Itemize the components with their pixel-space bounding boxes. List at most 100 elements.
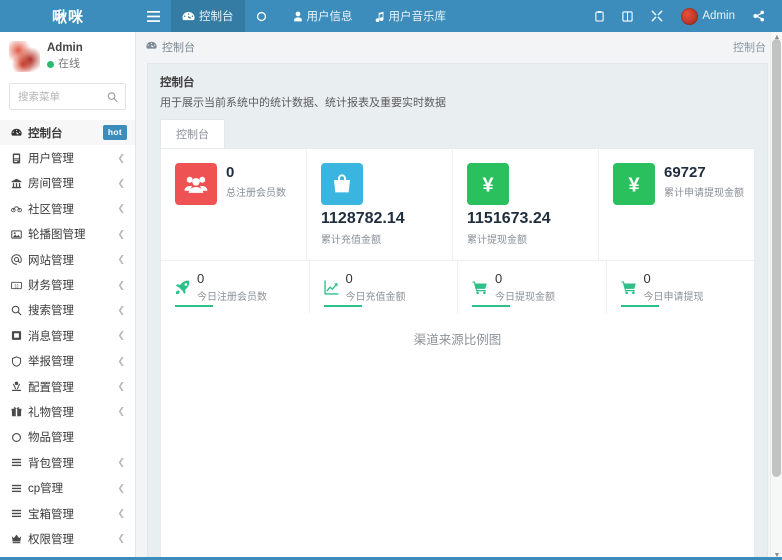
sidebar-item-label: 房间管理: [28, 178, 74, 191]
sidebar-item-7[interactable]: [:] 财务管理 ❮: [0, 272, 135, 297]
chevron-left-icon: ❮: [117, 355, 125, 366]
sidebar-item-15[interactable]: cp管理 ❮: [0, 475, 135, 500]
dashboard-panel: 控制台 用于展示当前系统中的统计数据、统计报表及重要实时数据 控制台 0 总注册会…: [147, 63, 768, 560]
mini-stat-4[interactable]: 0 今日申请提现: [607, 261, 755, 312]
sidebar-item-2[interactable]: 用户管理 ❮: [0, 145, 135, 170]
sidebar-item-13[interactable]: 物品管理: [0, 425, 135, 450]
app-logo[interactable]: 啾咪: [0, 0, 136, 32]
clipboard-icon: [595, 10, 605, 22]
mini-stat-label: 今日充值金额: [345, 291, 406, 303]
sidebar-user-panel[interactable]: Admin 在线: [0, 32, 135, 81]
sidebar-toggle-button[interactable]: [136, 0, 171, 32]
sidebar-item-label: cp管理: [28, 483, 64, 496]
dashboard-icon: [182, 11, 195, 22]
user-icon: [293, 11, 303, 22]
mini-stat-value: 0: [197, 271, 205, 287]
stat-card-value: 0: [226, 164, 235, 181]
crown-icon: [11, 533, 26, 544]
mini-stat-2[interactable]: 0 今日充值金额: [310, 261, 458, 313]
mini-stat-text: 0 今日提现金额: [495, 272, 555, 303]
mini-stat-1[interactable]: 0 今日注册会员数: [161, 261, 310, 313]
header-user-menu[interactable]: Admin: [672, 0, 744, 32]
sidebar-item-16[interactable]: 宝箱管理 ❮: [0, 501, 135, 526]
scrollbar-thumb[interactable]: [772, 39, 781, 477]
stat-card-4[interactable]: ¥69727 累计申请提现金额: [599, 149, 754, 260]
chart-canvas[interactable]: [161, 348, 754, 560]
bicycle-icon: [11, 203, 26, 214]
sidebar-item-4[interactable]: 社区管理 ❮: [0, 196, 135, 221]
breadcrumb-current[interactable]: 控制台: [162, 39, 195, 55]
stat-card-text: 1151673.24 累计提现金额: [467, 210, 551, 246]
nav-item-dashboard[interactable]: 控制台: [171, 0, 245, 32]
stat-card-text: 0 总注册会员数: [226, 163, 286, 199]
header-nav-left: 控制台 用户信息 用户音乐库: [136, 0, 457, 32]
id-card-icon: [11, 153, 26, 164]
sidebar-item-3[interactable]: 房间管理 ❮: [0, 171, 135, 196]
nav-item-user-info[interactable]: 用户信息: [282, 0, 364, 32]
gear-share-icon: [753, 10, 765, 22]
page-scrollbar[interactable]: ▲ ▼: [770, 32, 782, 560]
sidebar-search-box[interactable]: [9, 83, 126, 110]
top-header: 啾咪 控制台 用户信息 用户音乐库 Admin: [0, 0, 782, 32]
clipboard-button[interactable]: [586, 0, 613, 32]
bank-icon: [11, 178, 26, 189]
users-icon: [175, 163, 217, 205]
page-title: 控制台: [160, 77, 195, 89]
tab-dashboard[interactable]: 控制台: [160, 119, 225, 148]
chevron-left-icon: ❮: [117, 381, 125, 392]
chevron-left-icon: ❮: [117, 482, 125, 493]
stat-card-3[interactable]: ¥1151673.24 累计提现金额: [453, 149, 599, 261]
sidebar-item-1[interactable]: 控制台 hot: [0, 120, 135, 146]
sidebar-item-5[interactable]: 轮播图管理 ❮: [0, 222, 135, 247]
chevron-left-icon: ❮: [117, 203, 125, 214]
sidebar-item-badge: hot: [102, 125, 127, 140]
mini-stat-underline: [472, 304, 510, 307]
fullscreen-button[interactable]: [642, 0, 672, 32]
sidebar-item-10[interactable]: 举报管理 ❮: [0, 349, 135, 374]
mini-stat-3[interactable]: 0 今日提现金额: [458, 261, 607, 313]
sidebar-item-12[interactable]: 礼物管理 ❮: [0, 399, 135, 424]
tab-panel-dashboard: 0 总注册会员数 1128782.14 累计充值金额 ¥1151673.24 累计提现金额…: [160, 148, 755, 560]
sidebar-user-status: 在线: [47, 57, 83, 72]
breadcrumb-right[interactable]: 控制台: [733, 39, 766, 55]
nav-item-user-music[interactable]: 用户音乐库: [364, 0, 458, 32]
money-icon: [:]: [11, 280, 26, 291]
breadcrumb: 控制台 控制台: [136, 32, 782, 61]
cart-icon: [621, 280, 637, 295]
book-button[interactable]: [613, 0, 642, 32]
chevron-left-icon: ❮: [117, 177, 125, 188]
list-icon: [11, 508, 26, 519]
content-area: 控制台 控制台 控制台 用于展示当前系统中的统计数据、统计报表及重要实时数据 控…: [136, 32, 782, 560]
settings-button[interactable]: [744, 0, 774, 32]
fullscreen-icon: [651, 10, 663, 22]
sidebar-item-9[interactable]: 消息管理 ❮: [0, 323, 135, 348]
sliders-icon: [11, 381, 26, 392]
shopping-bag-icon: [321, 163, 363, 205]
sidebar-item-label: 背包管理: [28, 457, 74, 470]
sidebar-search-wrap: [0, 81, 135, 120]
nav-item-user-music-label: 用户音乐库: [388, 11, 447, 23]
sidebar-item-8[interactable]: 搜索管理 ❮: [0, 298, 135, 323]
hamburger-icon: [147, 10, 160, 22]
stat-card-2[interactable]: 1128782.14 累计充值金额: [307, 149, 453, 261]
sidebar-item-label: 宝箱管理: [28, 508, 74, 521]
nav-item-refresh[interactable]: [245, 0, 282, 32]
sidebar-item-17[interactable]: 权限管理 ❮: [0, 526, 135, 551]
mini-stat-value: 0: [345, 271, 353, 287]
breadcrumb-left: 控制台: [146, 39, 195, 55]
list-icon: [11, 457, 26, 468]
sidebar-item-label: 搜索管理: [28, 305, 74, 318]
dashboard-icon: [146, 41, 157, 53]
sidebar-item-label: 用户管理: [28, 153, 74, 166]
chevron-left-icon: ❮: [117, 152, 125, 163]
stat-card-label: 累计提现金额: [467, 235, 527, 247]
yuan-icon: ¥: [467, 163, 509, 205]
sidebar-item-6[interactable]: 网站管理 ❮: [0, 247, 135, 272]
cart-icon: [472, 280, 488, 295]
sidebar-item-14[interactable]: 背包管理 ❮: [0, 450, 135, 475]
stat-card-1[interactable]: 0 总注册会员数: [161, 149, 307, 261]
stat-card-text: 1128782.14 累计充值金额: [321, 210, 405, 246]
sidebar-item-11[interactable]: 配置管理 ❮: [0, 374, 135, 399]
mini-stat-row: 0 今日注册会员数: [175, 271, 299, 303]
search-icon[interactable]: [107, 91, 118, 102]
